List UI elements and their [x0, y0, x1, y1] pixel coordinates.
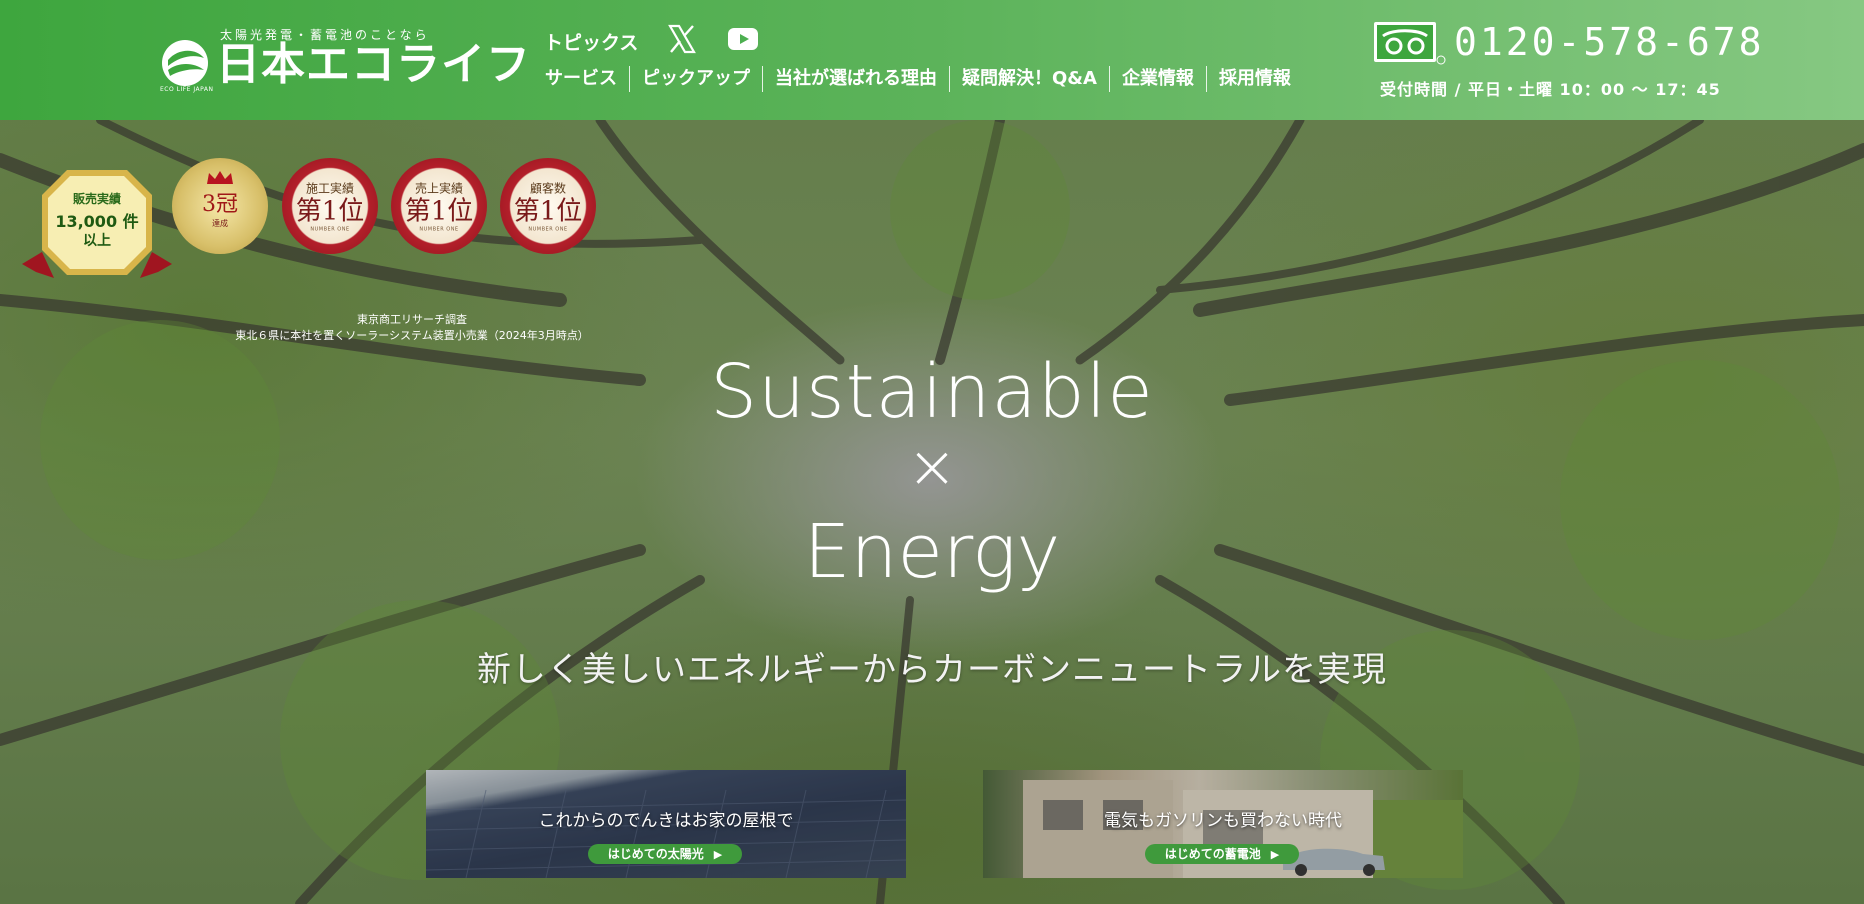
site-logo[interactable]: 太陽光発電・蓄電池のことなら 日本エコライフ ECO LIFE JAPAN — [160, 20, 530, 96]
solar-intro-button[interactable]: はじめての太陽光 ▶ — [588, 844, 742, 864]
nav-topics[interactable]: トピックス — [544, 28, 638, 55]
logo-subtext: ECO LIFE JAPAN — [160, 86, 214, 93]
nav-item-reasons[interactable]: 当社が選ばれる理由 — [762, 66, 949, 92]
badge-source-note: 東京商工リサーチ調査 東北６県に本社を置くソーラーシステム装置小売業（2024年… — [235, 313, 589, 342]
sales-rank-badge: 売上実績 第1位 NUMBER ONE — [391, 158, 487, 254]
battery-intro-button[interactable]: はじめての蓄電池 ▶ — [1145, 844, 1299, 864]
logo-name: 日本エコライフ — [216, 39, 531, 90]
headline-cross: × — [906, 432, 958, 502]
hero-tagline: 新しく美しいエネルギーからカーボンニュートラルを実現 — [477, 650, 1387, 690]
nav-item-faq[interactable]: 疑問解決！Q&A — [949, 66, 1109, 92]
nav-item-service[interactable]: サービス — [533, 66, 629, 92]
sales-record-text: 販売実績 13,000 件 以上 — [55, 192, 139, 249]
eco-leaf-icon — [162, 40, 208, 86]
customer-rank-badge: 顧客数 第1位 NUMBER ONE — [500, 158, 596, 254]
battery-intro-card[interactable]: 電気もガソリンも買わない時代 はじめての蓄電池 ▶ — [983, 770, 1463, 878]
construction-rank-badge: 施工実績 第1位 NUMBER ONE — [282, 158, 378, 254]
phone-number[interactable]: 0120-578-678 — [1454, 18, 1765, 66]
main-nav: サービス ピックアップ 当社が選ばれる理由 疑問解決！Q&A 企業情報 採用情報 — [533, 64, 1303, 94]
play-arrow-icon: ▶ — [1270, 848, 1280, 861]
site-header: 太陽光発電・蓄電池のことなら 日本エコライフ ECO LIFE JAPAN トピ… — [0, 0, 1864, 120]
x-icon[interactable] — [668, 24, 696, 54]
business-hours: 受付時間 / 平日・土曜 10：00 〜 17：45 — [1380, 80, 1721, 99]
headline-sustainable: Sustainable — [710, 349, 1154, 435]
nav-item-pickup[interactable]: ピックアップ — [629, 66, 762, 92]
award-badges: 販売実績 13,000 件 以上 3冠 達成 施工実績 第1位 NUMBER O… — [22, 158, 612, 342]
play-arrow-icon: ▶ — [713, 848, 723, 861]
freedial-icon — [1374, 22, 1446, 65]
solar-card-title: これからのでんきはお家の屋根で — [538, 811, 794, 831]
triple-crown-badge: 3冠 達成 — [172, 158, 268, 254]
crown-icon — [207, 171, 233, 184]
nav-item-company[interactable]: 企業情報 — [1108, 66, 1206, 92]
hero-section: 販売実績 13,000 件 以上 3冠 達成 施工実績 第1位 NUMBER O… — [0, 120, 1864, 904]
solar-intro-card[interactable]: これからのでんきはお家の屋根で はじめての太陽光 ▶ — [426, 770, 906, 878]
battery-card-title: 電気もガソリンも買わない時代 — [1104, 811, 1342, 831]
youtube-icon[interactable] — [728, 28, 758, 50]
headline-energy: Energy — [803, 509, 1061, 595]
nav-item-recruit[interactable]: 採用情報 — [1205, 66, 1303, 92]
